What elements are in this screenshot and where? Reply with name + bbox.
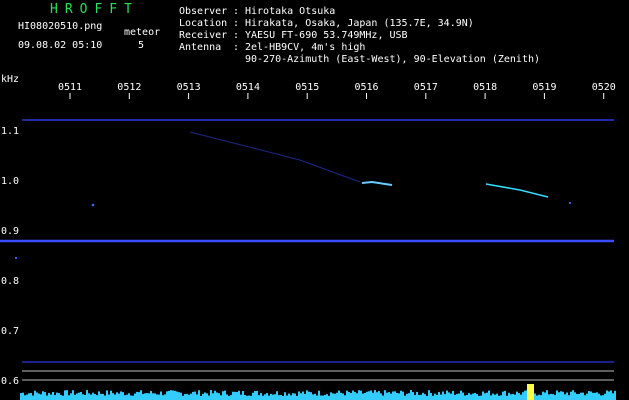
x-tick-label: 0514 [236, 82, 260, 93]
meteor-trail-1 [189, 131, 361, 183]
meteor-dot-2 [568, 201, 572, 205]
spectrum-strip [20, 390, 616, 400]
y-tick-label: 1.0 [1, 176, 19, 187]
x-tick-label: 0520 [592, 82, 616, 93]
spectrogram-plot: 0511 0512 0513 0514 0515 0516 0517 0518 0519 0520… [0, 82, 616, 400]
x-tick-label: 0518 [473, 82, 497, 93]
x-tick-label: 0516 [355, 82, 379, 93]
meteor-dot-1 [91, 203, 95, 207]
x-tick-label: 0511 [58, 82, 82, 93]
y-tick-label: 1.1 [1, 126, 19, 137]
meteor-echo-2 [361, 180, 393, 186]
y-tick-label: 0.9 [1, 226, 19, 237]
x-tick-label: 0519 [532, 82, 556, 93]
y-tick-label: 0.7 [1, 326, 19, 337]
y-tick-label: 0.6 [1, 376, 19, 387]
y-tick-label: 0.8 [1, 276, 19, 287]
meteor-echo-3 [485, 183, 549, 198]
x-tick-label: 0515 [295, 82, 319, 93]
noise-dot [14, 256, 18, 260]
x-tick-label: 0517 [414, 82, 438, 93]
y-axis-ticks: 1.1 1.0 0.9 0.8 0.7 0.6 [1, 126, 19, 387]
x-axis-ticks: 0511 0512 0513 0514 0515 0516 0517 0518 0519 0520 [58, 82, 616, 99]
x-tick-label: 0513 [177, 82, 201, 93]
x-tick-label: 0512 [117, 82, 141, 93]
spectrum-peak [527, 384, 534, 400]
